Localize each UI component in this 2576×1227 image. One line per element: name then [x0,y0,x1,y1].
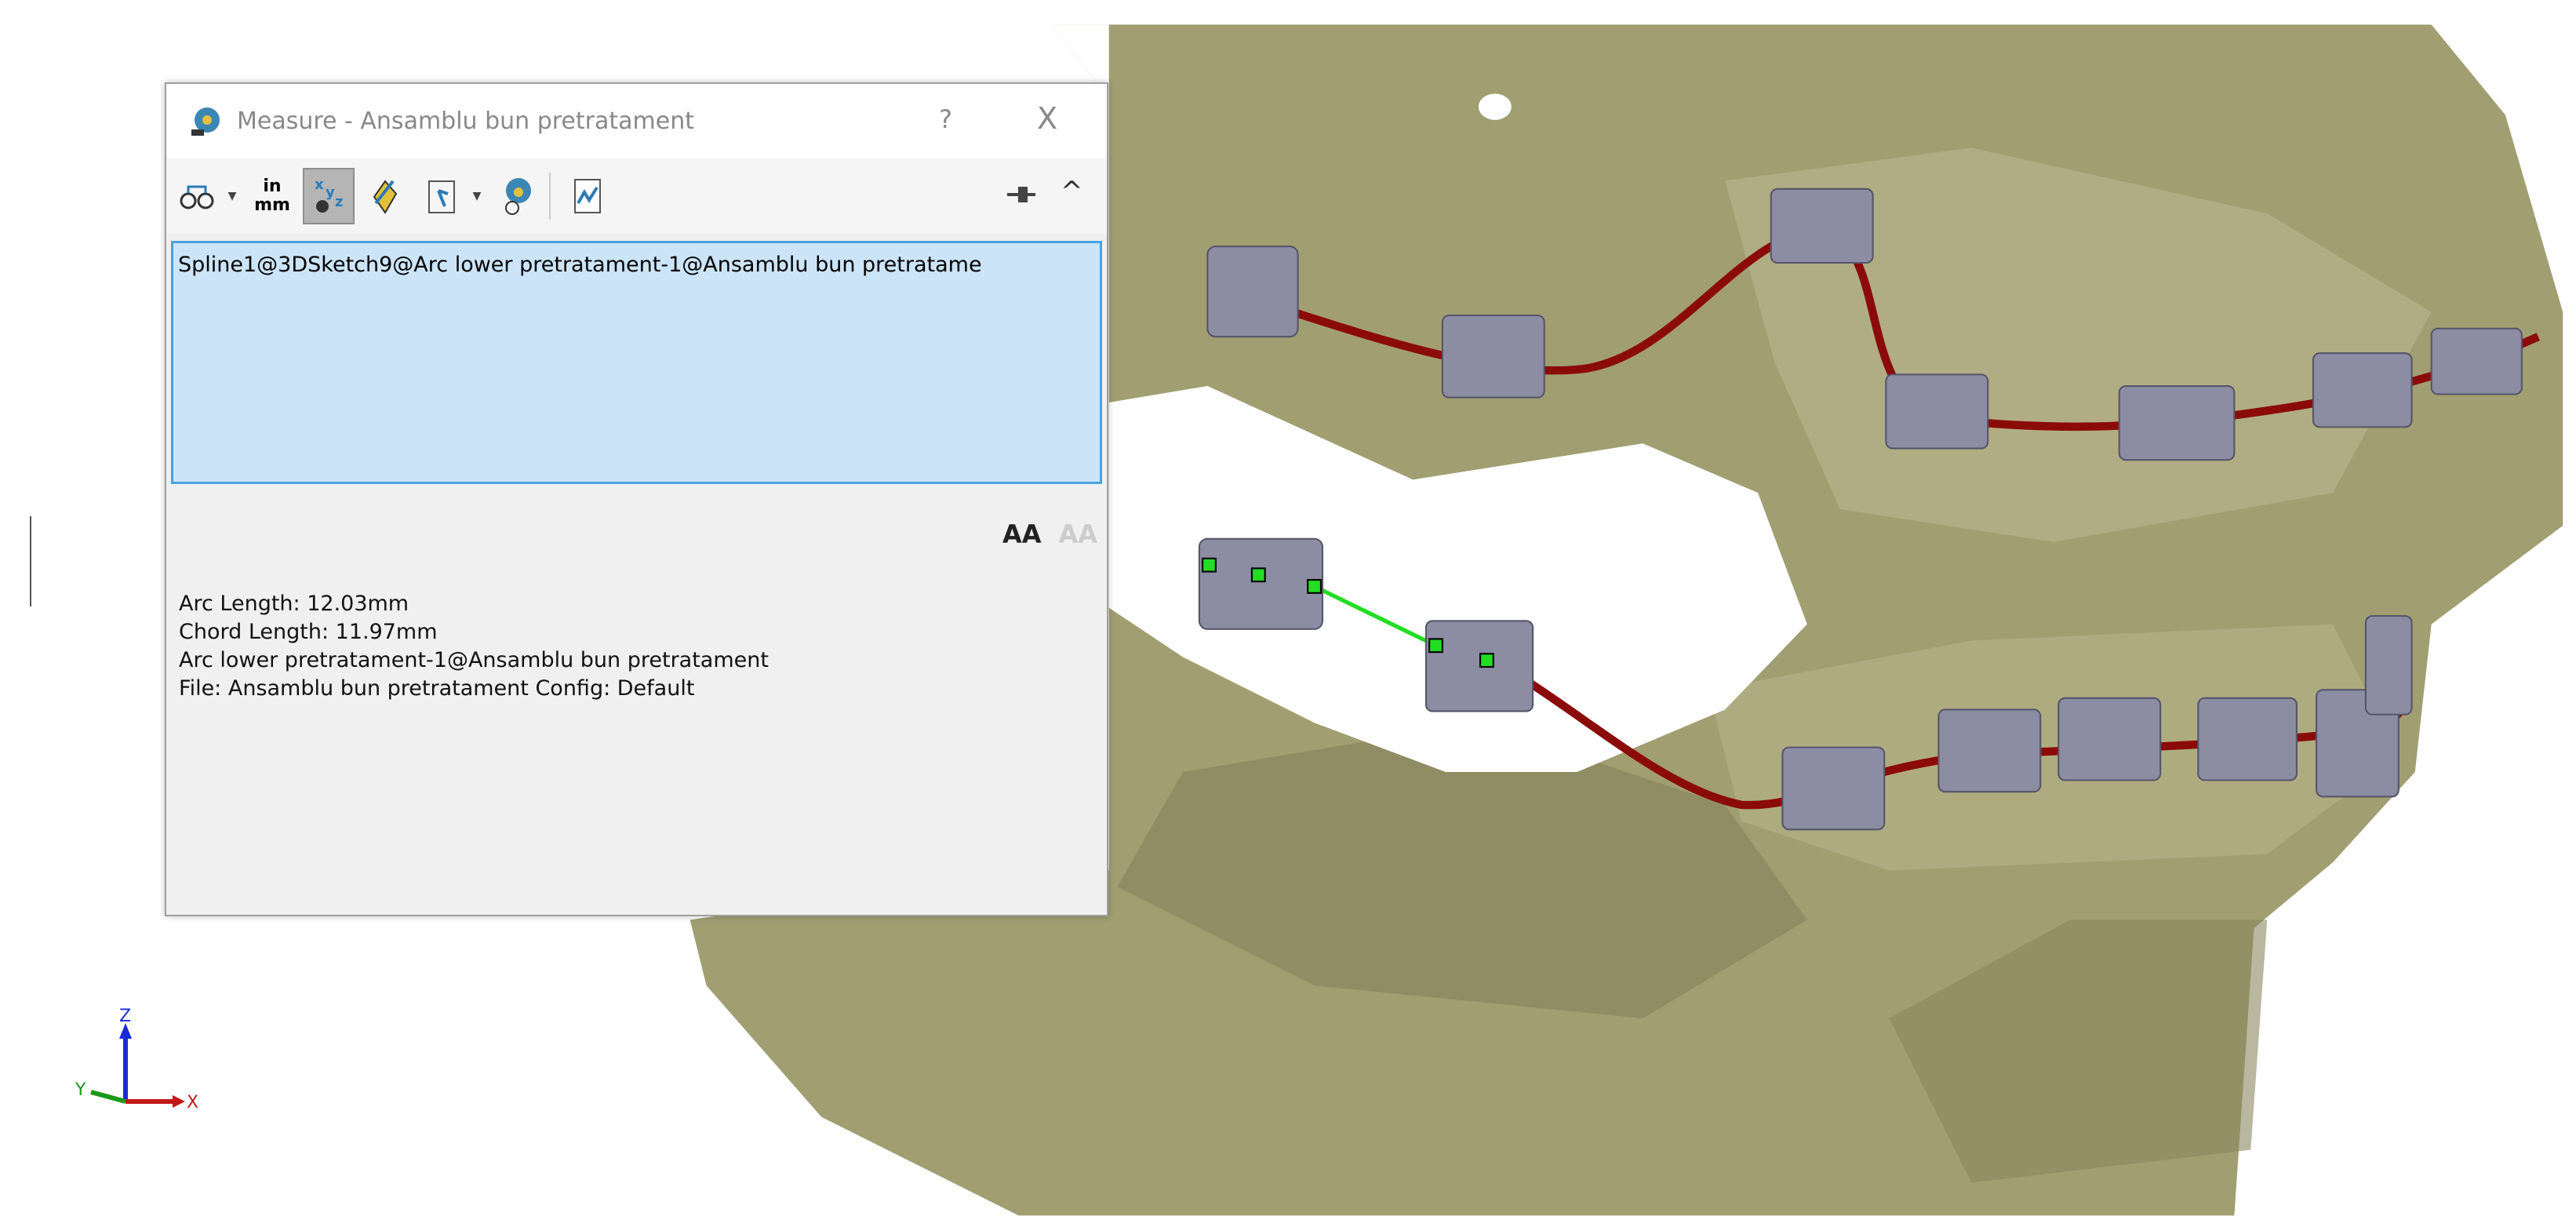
units-mm-label: mm [254,195,290,215]
arc-length: Arc Length: 12.03mm [179,592,409,616]
chevron-up-icon[interactable]: ^ [1061,176,1083,207]
bracket [1206,246,1299,338]
projection-icon [428,180,455,213]
measurement-history-button[interactable] [562,168,613,224]
selection-list[interactable]: Spline1@3DSketch9@Arc lower pretratament… [171,241,1102,484]
component-name: Arc lower pretratament-1@Ansamblu bun pr… [179,648,769,672]
dialog-title: Measure - Ansamblu bun pretratament [237,107,694,135]
bracket [1770,188,1874,264]
bracket [1424,620,1534,712]
bracket [2364,615,2413,715]
pin-icon[interactable] [1006,180,1037,209]
bracket [2058,697,2162,781]
bracket [2312,352,2413,428]
units-in-label: in [263,176,282,196]
measure-dialog: Measure - Ansamblu bun pretratament ? X … [165,82,1108,916]
measurement-history-icon [574,178,601,213]
svg-text:y: y [326,184,335,201]
create-sensor-icon [505,177,531,215]
y-axis [90,1090,126,1104]
units-precision-button[interactable]: in mm [246,168,298,224]
spline-point[interactable] [1479,653,1494,668]
arc-circle-measure-button[interactable] [171,168,223,224]
reference-triad: Z X Y [75,1007,198,1112]
bracket [1441,314,1545,399]
measure-results: Arc Length: 12.03mm Chord Length: 11.97m… [179,590,769,703]
bracket [1885,373,1989,450]
create-sensor-button[interactable] [491,168,543,224]
show-xyz-icon: x yz [315,177,343,213]
z-label: Z [119,1007,131,1026]
close-button[interactable]: X [1037,101,1057,136]
increase-font-button[interactable]: AA [1002,519,1042,549]
spline-point[interactable] [1428,638,1443,654]
bracket [2197,697,2298,781]
bracket [2118,384,2236,461]
measure-tape-icon [191,107,220,136]
dialog-titlebar[interactable]: Measure - Ansamblu bun pretratament ? X [166,84,1107,158]
file-config: File: Ansamblu bun pretratament Config: … [179,676,695,701]
chord-length: Chord Length: 11.97mm [179,620,438,644]
selection-item[interactable]: Spline1@3DSketch9@Arc lower pretratament… [178,253,982,277]
measure-toolbar: ▼ in mm xyz ▼ ^ [166,158,1107,233]
bracket [1937,708,2042,793]
spline-point[interactable] [1202,557,1217,573]
point-to-point-icon [373,179,398,214]
help-button[interactable]: ? [939,104,952,134]
projection-button[interactable] [416,168,468,224]
x-arrow [173,1095,185,1108]
spline-point[interactable] [1307,579,1322,594]
bracket [2430,327,2523,395]
point-to-point-button[interactable] [359,168,411,224]
arc-circle-measure-icon [180,185,214,209]
toolbar-separator [549,172,551,220]
mesh-hole [1478,93,1512,120]
bracket [1781,746,1886,831]
font-size-buttons: AA AA [1002,519,1097,549]
splitter-handle[interactable] [30,516,36,606]
y-label: Y [75,1080,86,1100]
arc-options-dropdown[interactable]: ▼ [223,190,242,202]
spline-point[interactable] [1250,567,1266,583]
svg-text:z: z [335,194,343,210]
x-label: X [187,1093,198,1112]
show-xyz-button[interactable]: xyz [303,167,355,224]
svg-text:x: x [315,177,324,193]
bracket [1198,537,1324,630]
projection-dropdown[interactable]: ▼ [468,190,486,202]
decrease-font-button[interactable]: AA [1058,519,1097,549]
